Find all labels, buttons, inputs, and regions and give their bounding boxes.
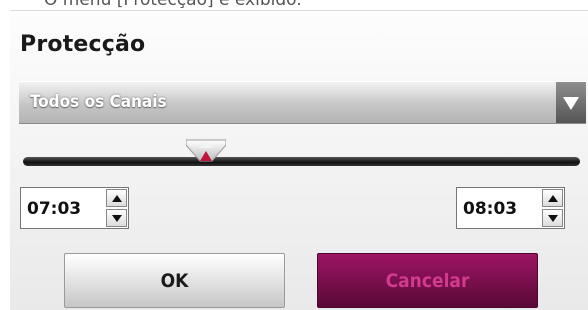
end-time-value: 08:03 (463, 199, 518, 219)
time-slider-track[interactable] (23, 157, 580, 166)
triangle-down-icon (563, 97, 579, 110)
start-time-up-button[interactable] (106, 189, 127, 207)
slider-thumb-icon[interactable] (186, 139, 226, 163)
channel-dropdown[interactable]: Todos os Canais (19, 81, 586, 124)
arrow-down-icon (112, 215, 122, 222)
dropdown-button[interactable] (556, 82, 586, 123)
end-time-field[interactable]: 08:03 (456, 187, 565, 229)
start-time-down-button[interactable] (106, 209, 127, 227)
dropdown-selected-value: Todos os Canais (30, 92, 167, 112)
arrow-up-icon (112, 195, 122, 202)
protection-dialog: Protecção Todos os Canais 07:03 08:03 OK… (10, 10, 588, 310)
start-time-value: 07:03 (27, 199, 82, 219)
ok-button[interactable]: OK (64, 253, 285, 308)
arrow-up-icon (548, 195, 558, 202)
end-time-up-button[interactable] (542, 189, 563, 207)
start-time-field[interactable]: 07:03 (20, 187, 129, 229)
arrow-down-icon (548, 215, 558, 222)
dialog-title: Protecção (20, 32, 146, 57)
cancel-button[interactable]: Cancelar (317, 253, 538, 308)
end-time-down-button[interactable] (542, 209, 563, 227)
caption-text: O menu [Protecção] é exibido. (44, 0, 302, 10)
